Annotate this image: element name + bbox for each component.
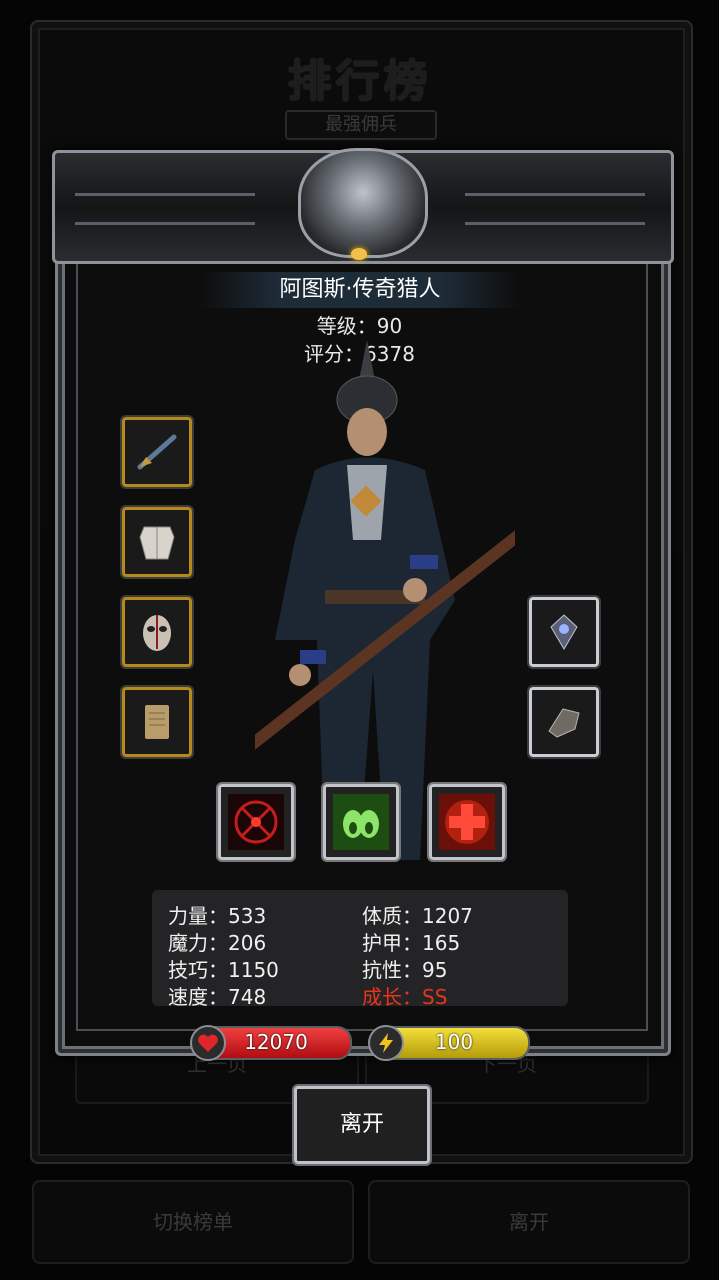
ranking-subtitle: 最强佣兵 bbox=[285, 110, 437, 140]
skull-crest-icon bbox=[298, 148, 428, 258]
chain-ornament-right bbox=[465, 193, 645, 225]
ranking-title: 排行榜 bbox=[287, 56, 432, 107]
equip-slot-emblem[interactable] bbox=[527, 595, 601, 669]
skill-slot-3[interactable] bbox=[427, 782, 507, 862]
skill-slot-1[interactable] bbox=[216, 782, 296, 862]
equip-slot-helmet[interactable] bbox=[120, 595, 194, 669]
heart-icon bbox=[190, 1025, 226, 1061]
hero-level: 等级：90 bbox=[316, 314, 403, 338]
lightning-icon bbox=[368, 1025, 404, 1061]
equip-slot-weapon[interactable] bbox=[120, 415, 194, 489]
skill-slot-2[interactable] bbox=[321, 782, 401, 862]
switch-list-button[interactable]: 切换榜单 bbox=[32, 1180, 354, 1264]
armor-icon bbox=[139, 526, 175, 560]
stat-armor: 护甲：165 bbox=[362, 931, 461, 955]
crosshair-skill-icon bbox=[228, 794, 284, 850]
stat-skill: 技巧：1150 bbox=[168, 958, 279, 982]
mask-icon bbox=[143, 615, 171, 651]
stat-strength: 力量：533 bbox=[168, 904, 267, 928]
equip-slot-accessory[interactable] bbox=[120, 685, 194, 759]
equip-slot-armor[interactable] bbox=[120, 505, 194, 579]
gauntlet-icon bbox=[548, 708, 580, 738]
stat-growth: 成长：SS bbox=[362, 985, 448, 1009]
emblem-icon bbox=[550, 614, 578, 650]
heal-cross-skill-icon bbox=[439, 794, 495, 850]
chain-ornament-left bbox=[75, 193, 255, 225]
gem-icon bbox=[351, 248, 367, 260]
stat-resistance: 抗性：95 bbox=[362, 958, 448, 982]
poison-skill-icon bbox=[333, 794, 389, 850]
equip-slot-gloves[interactable] bbox=[527, 685, 601, 759]
leave-button[interactable]: 离开 bbox=[292, 1084, 432, 1166]
stat-constitution: 体质：1207 bbox=[362, 904, 473, 928]
hero-name: 阿图斯·传奇猎人 bbox=[200, 272, 520, 308]
stat-speed: 速度：748 bbox=[168, 985, 267, 1009]
scroll-icon bbox=[145, 705, 169, 739]
musket-icon bbox=[137, 434, 177, 470]
stat-magic: 魔力：206 bbox=[168, 931, 267, 955]
background-leave-button[interactable]: 离开 bbox=[368, 1180, 690, 1264]
